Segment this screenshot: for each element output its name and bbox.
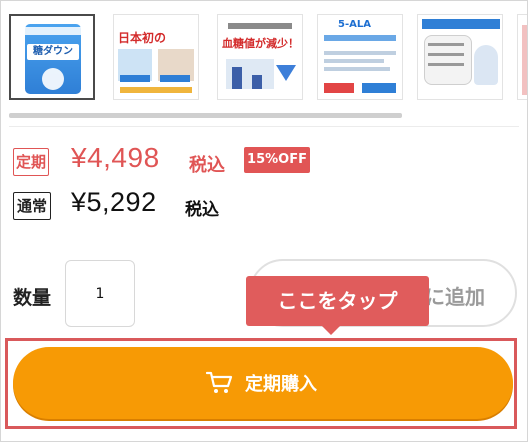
- subscription-price: ¥4,498: [71, 142, 160, 173]
- thumbnail-2-title: 日本初の: [118, 31, 167, 45]
- thumbnail-3-title: 血糖値が減少！: [222, 37, 299, 50]
- thumbnail-4-badge-blue: [362, 83, 396, 93]
- add-to-cart-label: に追加: [425, 285, 485, 309]
- thumbnail-3-bar: [252, 75, 262, 89]
- thumbnail-5-text-line: [428, 63, 464, 66]
- quantity-label: 数量: [13, 287, 52, 309]
- down-arrow-icon: [276, 65, 296, 81]
- thumbnail-2[interactable]: 日本初の: [113, 14, 199, 100]
- carousel-scrollbar[interactable]: [9, 113, 402, 118]
- thumbnail-5-text-line: [428, 53, 464, 56]
- tap-here-tooltip: ここをタップ: [246, 276, 429, 326]
- thumbnail-4-text-line: [324, 59, 384, 63]
- thumbnail-3[interactable]: 血糖値が減少！: [217, 14, 303, 100]
- thumbnail-2-footer: [120, 87, 192, 93]
- subscription-badge: 定期: [13, 148, 49, 176]
- subscription-tax-label: 税込: [189, 155, 225, 176]
- thumbnail-4-subtitle: [324, 35, 396, 41]
- thumbnail-5-header: [422, 19, 500, 29]
- thumbnail-6[interactable]: [517, 14, 527, 100]
- thumbnail-3-subtitle: [228, 23, 292, 29]
- regular-tax-label: 税込: [185, 200, 219, 220]
- thumbnail-4-badge-red: [324, 83, 354, 93]
- thumbnail-5-text-line: [428, 43, 464, 46]
- thumbnail-2-label-left: [120, 75, 150, 82]
- thumbnail-4-text-line: [324, 67, 390, 71]
- thumbnail-4-title: 5-ALA: [338, 19, 371, 30]
- regular-badge: 通常: [13, 192, 51, 220]
- tooltip-pointer: [321, 325, 341, 335]
- quantity-input[interactable]: 1: [65, 260, 135, 327]
- thumbnail-3-bar: [232, 67, 242, 89]
- thumbnail-2-label-right: [160, 75, 190, 82]
- package-band: [25, 27, 81, 35]
- cart-icon: [206, 371, 233, 393]
- discount-badge: 15%OFF: [244, 147, 310, 173]
- thumbnail-6-image: [522, 25, 527, 95]
- subscription-purchase-button[interactable]: 定期購入: [13, 347, 513, 419]
- thumbnail-1-title: 糖ダウン: [27, 44, 79, 60]
- divider: [9, 126, 519, 127]
- subscription-purchase-label: 定期購入: [245, 374, 317, 395]
- thumbnail-4[interactable]: 5-ALA: [317, 14, 403, 100]
- thumbnail-carousel[interactable]: 糖ダウン 日本初の 血糖値が減少！ 5-ALA: [9, 11, 527, 105]
- thumbnail-1[interactable]: 糖ダウン: [9, 14, 95, 100]
- thumbnail-5-person-image: [474, 45, 498, 85]
- thumbnail-4-text-line: [324, 51, 396, 55]
- thumbnail-5[interactable]: [417, 14, 503, 100]
- regular-price: ¥5,292: [71, 187, 157, 217]
- product-purchase-panel: 糖ダウン 日本初の 血糖値が減少！ 5-ALA 定期 ¥4,498 税込 15%…: [0, 0, 528, 442]
- package-logo: [42, 68, 64, 90]
